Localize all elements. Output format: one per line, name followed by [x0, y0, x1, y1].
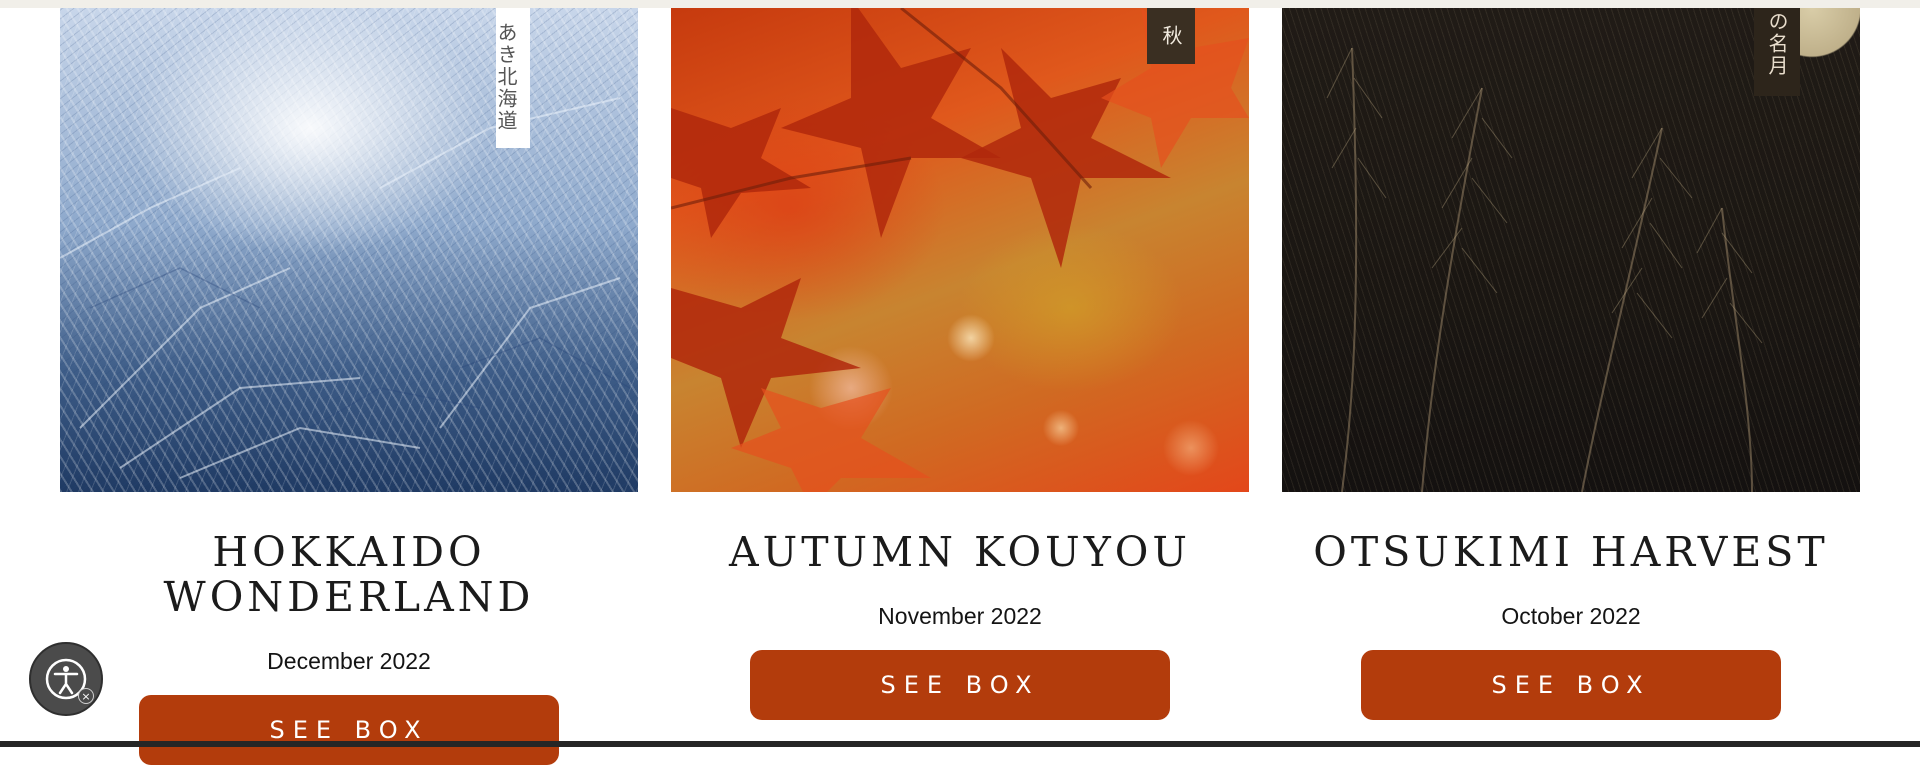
accessibility-button[interactable]: × — [29, 642, 103, 716]
frost-pattern — [60, 97, 631, 479]
card-autumn-kouyou: 秋 AUTUMN KOUYOU November 2022 SEE BOX — [671, 8, 1249, 720]
card-tag: の名月 — [1754, 8, 1800, 96]
see-box-button[interactable]: SEE BOX — [1361, 650, 1781, 720]
card-title: HOKKAIDO WONDERLAND — [163, 528, 535, 621]
card-tag: あき北海道 — [494, 8, 530, 148]
card-hokkaido-wonderland: あき北海道 HOKKAIDO WONDERLAND December 2022 … — [60, 8, 638, 765]
close-icon[interactable]: × — [78, 688, 94, 704]
bottom-strip — [0, 741, 1920, 747]
card-date: November 2022 — [878, 603, 1042, 629]
pampas-grass-moon-image[interactable]: の名月 — [1282, 8, 1860, 492]
frost-image[interactable]: あき北海道 — [60, 8, 638, 492]
card-title: AUTUMN KOUYOU — [729, 528, 1191, 576]
see-box-button[interactable]: SEE BOX — [139, 695, 559, 765]
see-box-button[interactable]: SEE BOX — [750, 650, 1170, 720]
card-otsukimi-harvest: の名月 OTSUKIMI HARVEST October 2022 SEE BO… — [1282, 8, 1860, 720]
top-strip — [0, 0, 1920, 8]
card-tag: 秋 — [1147, 8, 1195, 64]
accessibility-icon — [45, 658, 87, 700]
card-title: OTSUKIMI HARVEST — [1313, 528, 1829, 576]
card-date: December 2022 — [267, 648, 431, 674]
maple-leaves-pattern — [671, 8, 1249, 492]
card-date: October 2022 — [1501, 603, 1641, 629]
maple-leaves-image[interactable]: 秋 — [671, 8, 1249, 492]
